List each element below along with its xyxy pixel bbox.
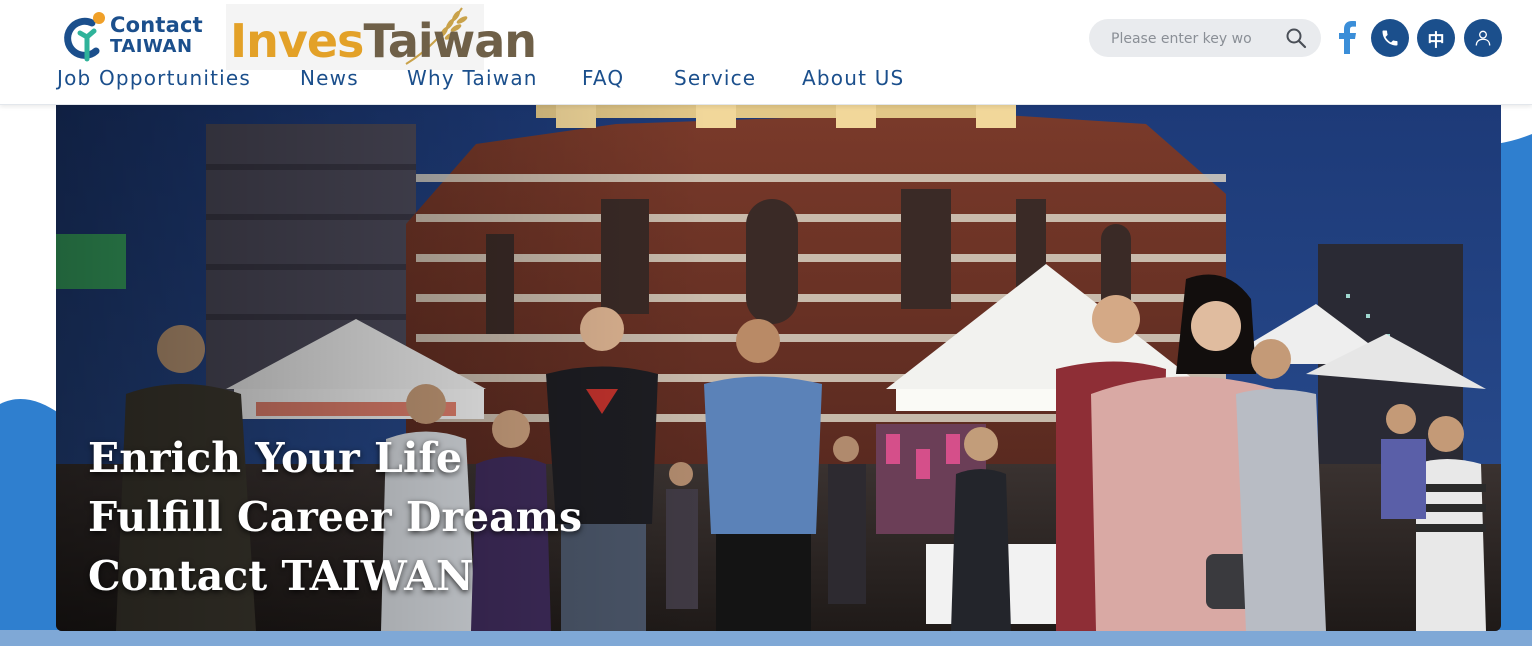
site-header: Contact TAIWAN InvesTaiwan Job Opportuni…: [0, 0, 1532, 105]
contact-taiwan-logo[interactable]: Contact TAIWAN: [58, 11, 208, 63]
nav-about-us[interactable]: About US: [802, 66, 904, 90]
nav-service[interactable]: Service: [674, 66, 756, 90]
nav-job-opportunities[interactable]: Job Opportunities: [57, 66, 251, 90]
user-account-button[interactable]: [1464, 19, 1502, 57]
hero-line-1: Enrich Your Life: [88, 434, 463, 482]
hero-banner: Enrich Your Life Fulfill Career Dreams C…: [56, 104, 1501, 631]
hero-line-3: Contact TAIWAN: [88, 552, 474, 600]
phone-icon: [1382, 30, 1398, 46]
nav-news[interactable]: News: [300, 66, 359, 90]
language-switch-button[interactable]: 中: [1417, 19, 1455, 57]
user-icon: [1475, 30, 1491, 46]
search-input[interactable]: [1109, 26, 1261, 52]
logo-inves-text: Inves: [230, 14, 364, 68]
logo-contact-text: Contact: [110, 13, 203, 37]
invest-taiwan-logo[interactable]: InvesTaiwan: [226, 4, 537, 70]
search-icon[interactable]: [1285, 27, 1307, 49]
logo-taiwan-wordmark-text: Taiwan: [363, 14, 537, 68]
facebook-icon[interactable]: [1336, 20, 1358, 54]
hero-line-2: Fulfill Career Dreams: [88, 493, 583, 541]
contact-taiwan-mark-icon: [64, 12, 105, 62]
invest-taiwan-wordmark: InvesTaiwan: [230, 18, 537, 64]
logo-taiwan-text: TAIWAN: [110, 36, 193, 57]
search-box: [1089, 19, 1321, 57]
phone-button[interactable]: [1371, 19, 1409, 57]
nav-why-taiwan[interactable]: Why Taiwan: [407, 66, 538, 90]
hero-slogan: Enrich Your Life Fulfill Career Dreams C…: [88, 429, 582, 606]
nav-faq[interactable]: FAQ: [582, 66, 624, 90]
